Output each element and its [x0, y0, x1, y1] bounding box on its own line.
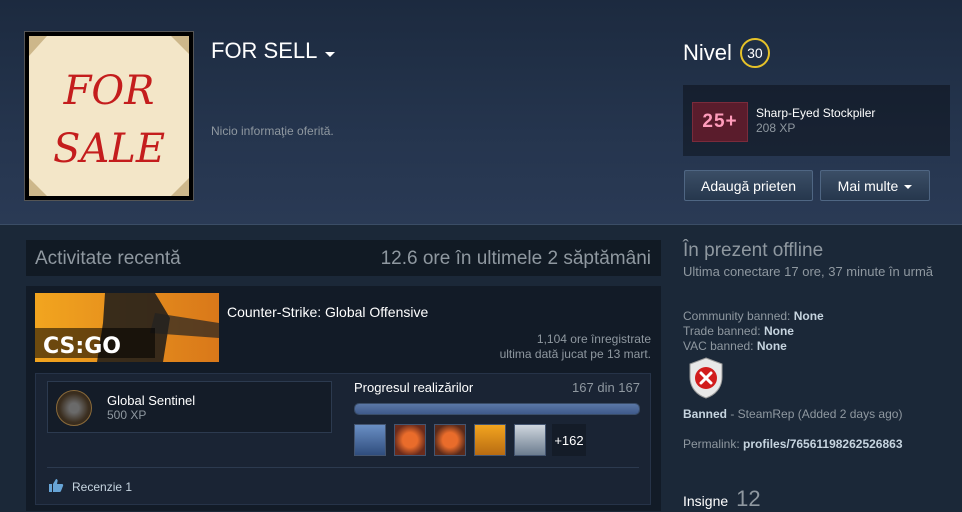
recent-activity-header: Activitate recentă 12.6 ore în ultimele … — [26, 240, 661, 276]
level-badge[interactable]: 30 — [739, 38, 770, 68]
vac-ban-value: None — [756, 339, 787, 353]
badge-name: Sharp-Eyed Stockpiler — [756, 106, 876, 120]
trade-ban-value: None — [763, 324, 794, 338]
online-status: În prezent offline — [683, 240, 824, 261]
more-label: Mai multe — [837, 177, 899, 194]
achievement-progress-fill — [355, 404, 639, 414]
badges-label: Insigne — [683, 493, 729, 509]
global-sentinel-badge-icon — [56, 390, 92, 426]
divider — [47, 467, 639, 468]
persona-name-dropdown[interactable]: FOR SELL — [211, 38, 336, 64]
achievement-progress-count: 167 din 167 — [572, 380, 640, 395]
profile-header: FOR SALE FOR SELL Nicio informaţie oferi… — [0, 0, 962, 225]
add-friend-label: Adaugă prieten — [701, 177, 796, 194]
steamrep-status: Banned - SteamRep (Added 2 days ago) — [683, 407, 902, 421]
recent-activity-title: Activitate recentă — [35, 248, 181, 269]
vac-ban-label: VAC banned: — [683, 339, 754, 353]
avatar-text-line-2: SALE — [53, 126, 165, 172]
featured-achievement[interactable]: Global Sentinel 500 XP — [47, 381, 332, 433]
game-hours-on-record: 1,104 ore înregistrate — [536, 332, 651, 346]
trade-ban-status: Trade banned: None — [683, 324, 794, 338]
avatar[interactable]: FOR SALE — [24, 31, 194, 201]
community-ban-value: None — [793, 309, 824, 323]
add-friend-button[interactable]: Adaugă prieten — [684, 170, 813, 201]
thumbs-up-icon — [49, 479, 64, 492]
level-label: Nivel — [683, 40, 732, 65]
last-online-text: Ultima conectare 17 ore, 37 minute în ur… — [683, 264, 934, 279]
achievement-progress-bar — [354, 403, 640, 415]
permalink: Permalink: profiles/76561198262526863 — [683, 437, 903, 451]
permalink-link[interactable]: profiles/76561198262526863 — [743, 437, 902, 451]
avatar-text-line-1: FOR — [63, 68, 155, 114]
game-name-link[interactable]: Counter-Strike: Global Offensive — [227, 304, 428, 320]
more-button[interactable]: Mai multe — [820, 170, 930, 201]
achievement-name: Global Sentinel — [107, 393, 196, 408]
achievement-xp: 500 XP — [107, 408, 147, 422]
recent-activity-hours: 12.6 ore în ultimele 2 săptămâni — [380, 248, 651, 269]
achievement-5-icon[interactable] — [434, 424, 466, 456]
persona-name: FOR SELL — [211, 38, 318, 63]
game-logo-text: CS:GO — [43, 334, 121, 359]
more-achievements-button[interactable]: +162 — [552, 424, 586, 456]
recent-game-panel: CS:GO Counter-Strike: Global Offensive 1… — [26, 286, 661, 511]
achievement-5-icon[interactable] — [394, 424, 426, 456]
achievement-defuse-icon[interactable] — [474, 424, 506, 456]
community-ban-status: Community banned: None — [683, 309, 824, 323]
badge-xp: 208 XP — [756, 121, 796, 135]
achievement-progress-label: Progresul realizărilor — [354, 380, 474, 395]
steamrep-status-value: Banned — [683, 407, 728, 421]
vac-ban-status: VAC banned: None — [683, 339, 787, 353]
badge-icon: 25+ — [692, 102, 748, 142]
level-display: Nivel 30 — [683, 38, 770, 68]
chevron-down-icon — [325, 51, 336, 57]
badges-section-header[interactable]: Insigne 12 — [683, 486, 761, 512]
achievement-soldier-icon[interactable] — [514, 424, 546, 456]
permalink-label: Permalink: — [683, 437, 744, 451]
steamrep-status-detail: - SteamRep (Added 2 days ago) — [727, 407, 903, 421]
achievement-100-icon[interactable] — [354, 424, 386, 456]
featured-badge[interactable]: 25+ Sharp-Eyed Stockpiler 208 XP — [683, 85, 950, 156]
badges-count: 12 — [736, 486, 761, 511]
trade-ban-label: Trade banned: — [683, 324, 761, 338]
game-last-played: ultima dată jucat pe 13 mart. — [499, 347, 651, 361]
game-capsule-image[interactable]: CS:GO — [35, 293, 219, 362]
profile-summary: Nicio informaţie oferită. — [211, 124, 334, 138]
community-ban-label: Community banned: — [683, 309, 791, 323]
achievement-area: Global Sentinel 500 XP Progresul realiză… — [35, 373, 651, 505]
review-link[interactable]: Recenzie 1 — [72, 480, 132, 494]
chevron-down-icon — [904, 184, 913, 189]
steamrep-banned-icon[interactable] — [688, 357, 724, 399]
